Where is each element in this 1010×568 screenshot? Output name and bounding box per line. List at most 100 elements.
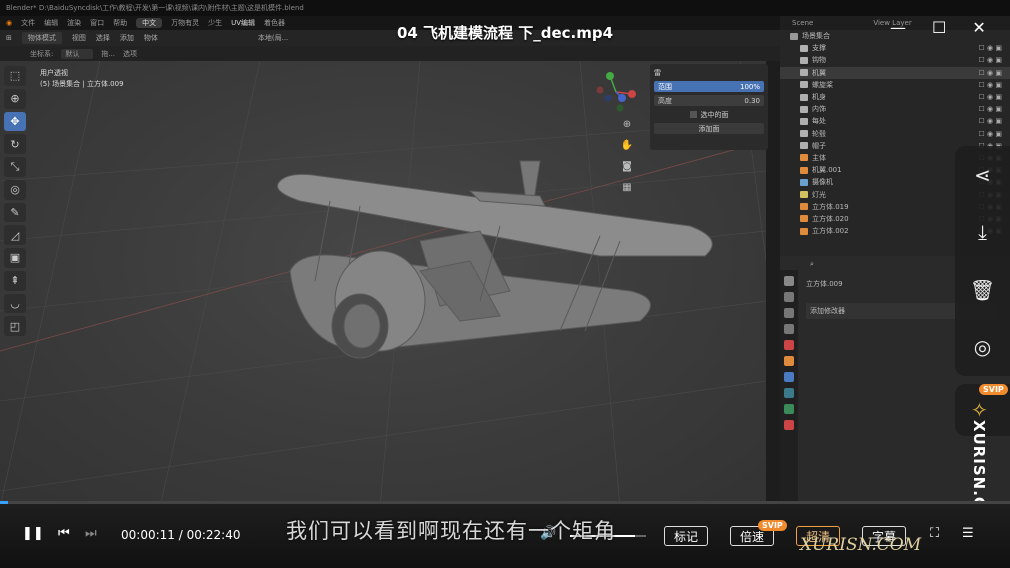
tool-tab-icon[interactable] xyxy=(784,276,794,286)
visibility-icon[interactable]: ☐ ◉ ▣ xyxy=(979,117,1002,125)
pivot-select[interactable]: 选项 xyxy=(123,49,137,59)
outliner-row[interactable]: 每处 ☐ ◉ ▣ xyxy=(780,115,1010,127)
pan-hand-icon[interactable]: ✋ xyxy=(620,139,634,153)
extrude-icon[interactable]: ⇞ xyxy=(4,270,26,291)
object-tab-icon[interactable] xyxy=(784,356,794,366)
outliner-row-label: 每处 xyxy=(812,117,826,126)
world-tab-icon[interactable] xyxy=(784,340,794,350)
visibility-icon[interactable]: ☐ ◉ ▣ xyxy=(979,130,1002,138)
mark-button[interactable]: 标记 xyxy=(664,526,708,546)
collection-icon xyxy=(800,69,808,77)
outliner-row[interactable]: 机翼 ☐ ◉ ▣ xyxy=(780,66,1010,79)
transform-icon[interactable]: ◎ xyxy=(4,179,26,200)
outliner-row-label: 机翼 xyxy=(812,68,826,77)
shrink-icon[interactable]: ◰ xyxy=(4,316,26,336)
material-tab-icon[interactable] xyxy=(784,420,794,430)
view-perspective-label: 用户透视 xyxy=(40,69,68,77)
maximize-icon[interactable]: ☐ xyxy=(932,18,946,37)
pin-icon: ✧ xyxy=(971,398,988,422)
camera-icon[interactable]: ◙ xyxy=(620,160,634,174)
share-icon[interactable]: ⋖ xyxy=(974,163,991,187)
collection-icon xyxy=(800,154,808,162)
collection-icon xyxy=(800,203,808,211)
settings-icon[interactable]: ◎ xyxy=(974,335,991,359)
add-cube-icon[interactable]: ▣ xyxy=(4,248,26,268)
move-icon[interactable]: ✥ xyxy=(4,111,26,132)
collection-icon xyxy=(800,227,808,235)
collection-icon xyxy=(800,142,808,150)
subtitle-text: 我们可以看到啊现在还有一个矩角 xyxy=(286,519,616,543)
annotate-icon[interactable]: ✎ xyxy=(4,202,26,223)
visibility-icon[interactable]: ☐ ◉ ▣ xyxy=(979,93,1002,101)
tool-shelf: ⬚ ⊕ ✥ ↻ ⤡ ◎ ✎ ◿ ▣ ⇞ ◡ ◰ xyxy=(4,66,30,336)
outliner-row-label: 摄像机 xyxy=(812,178,833,187)
pivot-label: 拖... xyxy=(101,49,116,58)
select-box-icon[interactable]: ⬚ xyxy=(4,66,26,86)
window-controls: — ☐ ✕ xyxy=(890,18,986,37)
outliner-row-label: 立方体.019 xyxy=(812,202,849,211)
previous-icon[interactable]: ⏮ xyxy=(58,526,70,541)
add-face-button[interactable]: 添加面 xyxy=(654,123,764,134)
measure-icon[interactable]: ◿ xyxy=(4,225,26,245)
outliner-row-label: 帽子 xyxy=(812,141,826,150)
zoom-icon[interactable]: ⊕ xyxy=(620,118,634,132)
orientation-label: 坐标系: xyxy=(30,49,54,58)
particles-tab-icon[interactable] xyxy=(784,388,794,398)
navigation-gizmo-icon[interactable] xyxy=(592,68,640,116)
scene-tab-icon[interactable] xyxy=(784,324,794,334)
outliner-row-label: 内饰 xyxy=(812,105,826,114)
modifier-tab-icon[interactable] xyxy=(784,372,794,382)
outliner-row-label: 主体 xyxy=(812,153,826,162)
outliner-row[interactable]: 螺旋桨 ☐ ◉ ▣ xyxy=(780,79,1010,91)
selected-faces-checkbox[interactable]: 选中的面 xyxy=(654,109,764,120)
outliner-row-label: 支撑 xyxy=(812,44,826,53)
operator-title: 雷 xyxy=(654,69,661,77)
height-field[interactable]: 高度 0.30 xyxy=(654,95,764,106)
outliner-row[interactable]: 内饰 ☐ ◉ ▣ xyxy=(780,103,1010,115)
visibility-icon[interactable]: ☐ ◉ ▣ xyxy=(979,44,1002,52)
properties-tabs xyxy=(780,270,798,506)
visibility-icon[interactable]: ☐ ◉ ▣ xyxy=(979,105,1002,113)
delete-icon[interactable]: 🗑 xyxy=(970,278,995,302)
cursor-icon[interactable]: ⊕ xyxy=(4,88,26,109)
close-icon[interactable]: ✕ xyxy=(972,18,985,37)
scale-icon[interactable]: ⤡ xyxy=(4,157,26,177)
operator-panel: 雷 范围 100% 高度 0.30 选中的面 添加面 xyxy=(650,64,768,150)
next-icon[interactable]: ⏭ xyxy=(85,526,97,541)
output-tab-icon[interactable] xyxy=(784,308,794,318)
watermark: XURISN.COM xyxy=(800,535,922,555)
outliner-row[interactable]: 钩物 ☐ ◉ ▣ xyxy=(780,54,1010,66)
viewport-info: 用户透视 (5) 场景集合 | 立方体.009 xyxy=(40,68,124,90)
outliner-row[interactable]: 机身 ☐ ◉ ▣ xyxy=(780,91,1010,103)
fullscreen-icon[interactable]: ⛶ xyxy=(930,526,939,541)
minimize-icon[interactable]: — xyxy=(890,18,906,37)
rotate-icon[interactable]: ↻ xyxy=(4,134,26,154)
render-tab-icon[interactable] xyxy=(784,292,794,302)
orientation-select[interactable]: 默认 xyxy=(61,48,94,59)
collection-icon xyxy=(800,191,808,199)
video-title: 04 飞机建模流程 下_dec.mp4 xyxy=(396,24,614,42)
tool-settings-bar: 坐标系: 默认 拖... 选项 xyxy=(0,46,780,61)
collection-icon xyxy=(800,117,808,125)
visibility-icon[interactable]: ☐ ◉ ▣ xyxy=(979,56,1002,64)
svip-badge: SVIP xyxy=(979,384,1008,395)
download-icon[interactable]: ⤓ xyxy=(978,220,987,244)
outliner-row-label: 灯光 xyxy=(812,190,826,199)
outliner-row-label: 立方体.002 xyxy=(812,227,849,236)
player-sidebar: ⋖ ⤓ 🗑 ◎ xyxy=(955,146,1010,376)
range-field[interactable]: 范围 100% xyxy=(654,81,764,92)
outliner-row-label: 轮毂 xyxy=(812,129,826,138)
visibility-icon[interactable]: ☐ ◉ ▣ xyxy=(979,69,1002,77)
collection-icon xyxy=(800,56,808,64)
playlist-icon[interactable]: ☰ xyxy=(962,526,974,541)
grid-view-icon[interactable]: ▦ xyxy=(620,181,634,195)
spin-icon[interactable]: ◡ xyxy=(4,293,26,314)
physics-tab-icon[interactable] xyxy=(784,404,794,414)
outliner-row-label: 机身 xyxy=(812,93,826,102)
time-display: 00:00:11 / 00:22:40 xyxy=(121,528,240,542)
outliner-row[interactable]: 支撑 ☐ ◉ ▣ xyxy=(780,42,1010,54)
pause-icon[interactable]: ❚❚ xyxy=(22,526,44,541)
visibility-icon[interactable]: ☐ ◉ ▣ xyxy=(979,81,1002,89)
outliner-row[interactable]: 轮毂 ☐ ◉ ▣ xyxy=(780,128,1010,140)
time-separator: / xyxy=(174,528,187,542)
